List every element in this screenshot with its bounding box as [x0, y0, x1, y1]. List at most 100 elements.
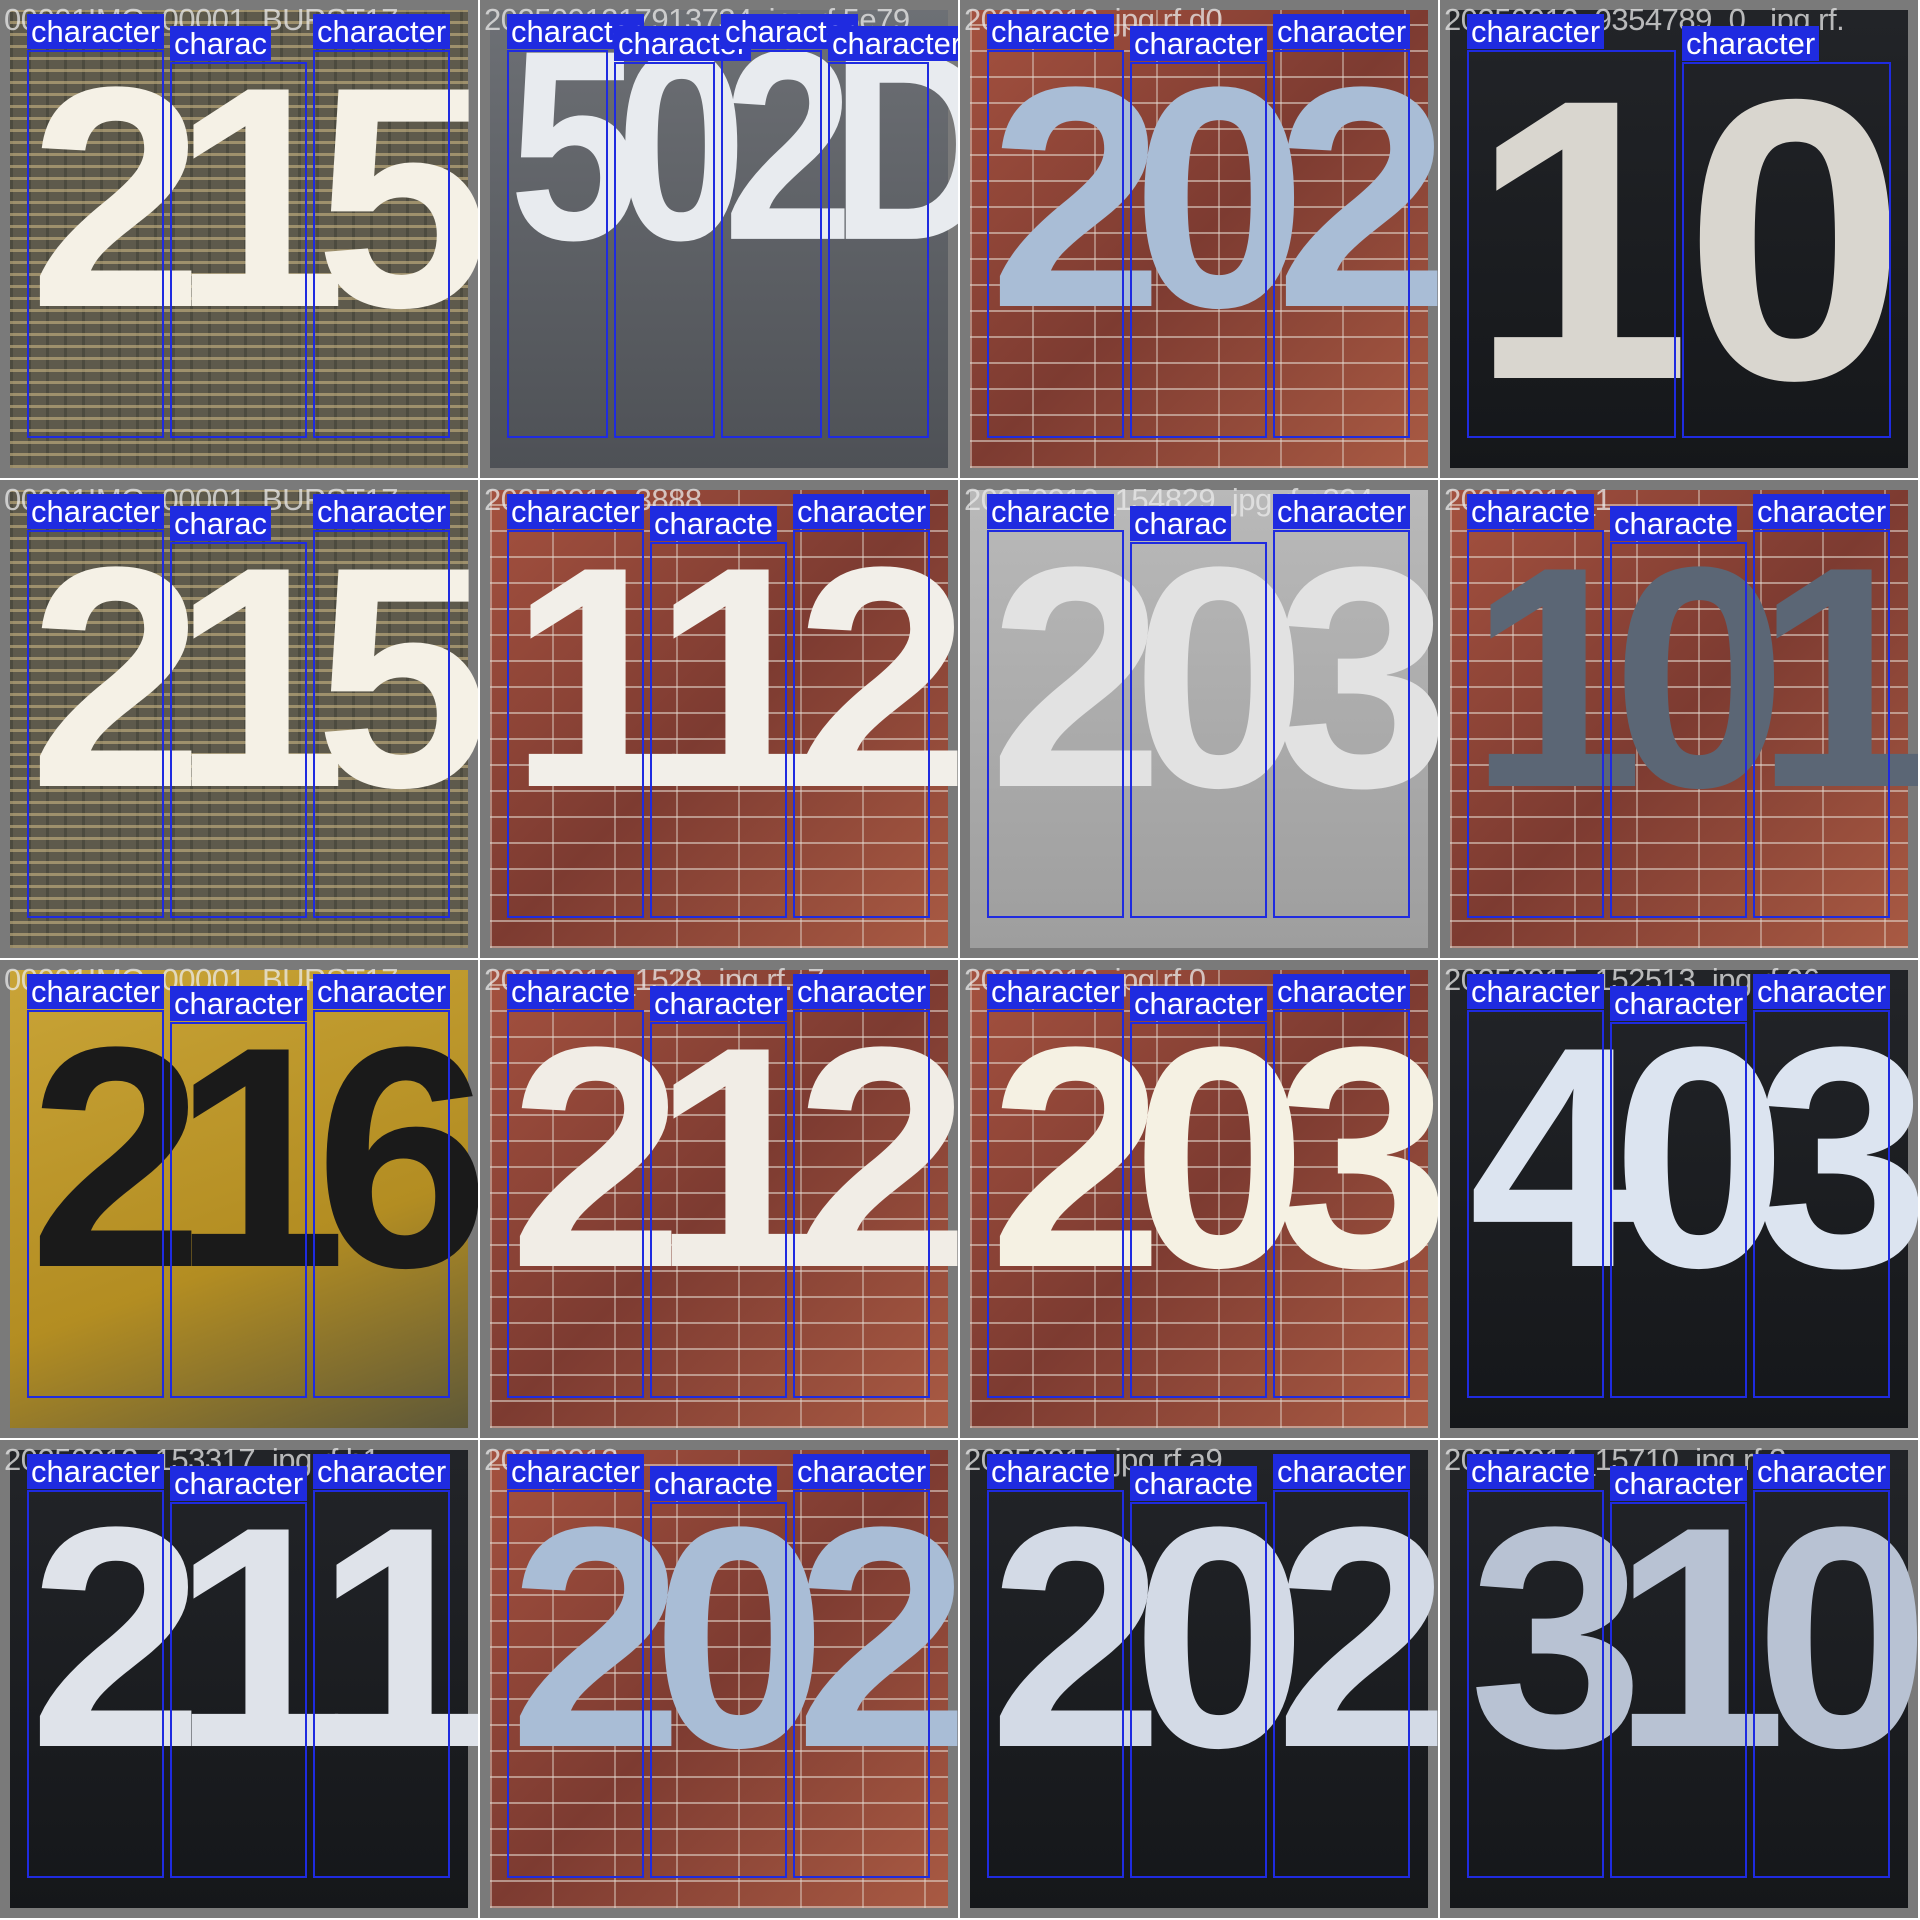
bounding-box	[313, 530, 450, 918]
bounding-box-label: characte	[1467, 494, 1594, 529]
bounding-box	[650, 1502, 787, 1878]
bounding-box-label: character	[507, 494, 645, 529]
tile: 20250912_11characte0characte1character	[1440, 480, 1918, 958]
bounding-box	[614, 62, 715, 438]
tile: 00001IMG_00001_BURST17 2 character 1 charac 5…	[0, 0, 478, 478]
bounding-box	[313, 50, 450, 438]
bounding-box-label: character	[1682, 26, 1820, 61]
bounding-box	[1273, 50, 1410, 438]
bounding-box	[1130, 62, 1267, 438]
bounding-box-label: character	[507, 1454, 645, 1489]
bounding-box-label: character	[1610, 1466, 1748, 1501]
bounding-box-label: character	[1273, 1454, 1411, 1489]
bounding-box-label: charac	[170, 26, 272, 61]
bounding-box	[27, 1490, 164, 1878]
bounding-box-label: characte	[987, 14, 1114, 49]
bounding-box	[1130, 1022, 1267, 1398]
bounding-box	[170, 1502, 307, 1878]
bounding-box	[1467, 50, 1676, 438]
bounding-box-label: character	[1273, 494, 1411, 529]
bounding-box-label: character	[27, 494, 165, 529]
bounding-box	[313, 1010, 450, 1398]
tile: 00001IMG_00001_BURST17 2 character 1 charact…	[0, 960, 478, 1438]
bounding-box	[170, 1022, 307, 1398]
bounding-box-label: characte	[507, 974, 634, 1009]
tile: 20250912_jpg.rf.02character0character3ch…	[960, 960, 1438, 1438]
bounding-box	[1130, 1502, 1267, 1878]
bounding-box	[507, 1010, 644, 1398]
bounding-box-label: character	[27, 974, 165, 1009]
bounding-box	[828, 62, 929, 438]
tile: 20250912_38881character1characte2charact…	[480, 480, 958, 958]
bounding-box-label: charac	[170, 506, 272, 541]
tile: 20250912_9354789_0_.jpg.rf. 1 character 0 ch…	[1440, 0, 1918, 478]
bounding-box	[793, 1010, 930, 1398]
bounding-box-label: character	[1467, 14, 1605, 49]
bounding-box-label: character	[313, 494, 451, 529]
bounding-box	[1130, 542, 1267, 918]
bounding-box	[170, 542, 307, 918]
bounding-box-label: character	[828, 26, 958, 61]
detection-mosaic: 00001IMG_00001_BURST17 2 character 1 charac 5…	[0, 0, 1920, 1920]
bounding-box-label: character	[793, 494, 931, 529]
bounding-box	[27, 50, 164, 438]
tile: 20250914_15710_jpg.rf.3 3 characte 1 charact…	[1440, 1440, 1918, 1918]
tile: 20250912_jpg.rf.d02characte0character2ch…	[960, 0, 1438, 478]
tile: 20250912_154829_jpg.rf.e394 2 characte 0 cha…	[960, 480, 1438, 958]
bounding-box	[987, 1010, 1124, 1398]
tile: 20250915_jpg.rf.a92characte0characte2cha…	[960, 1440, 1438, 1918]
bounding-box-label: character	[313, 14, 451, 49]
bounding-box-label: characte	[650, 506, 777, 541]
bounding-box	[650, 542, 787, 918]
tile: 20250912_153317_jpg.rf.b1 2 character 1 char…	[0, 1440, 478, 1918]
bounding-box	[27, 530, 164, 918]
tile: 20250912_1528_jpg.rf.c7 2 characte 1 charact…	[480, 960, 958, 1438]
bounding-box-label: character	[27, 1454, 165, 1489]
bounding-box-label: characte	[1467, 1454, 1594, 1489]
bounding-box-label: character	[313, 974, 451, 1009]
bounding-box	[507, 530, 644, 918]
bounding-box-label: characte	[1610, 506, 1737, 541]
bounding-box-label: character	[650, 986, 788, 1021]
tile: 00001IMG_00001_BURST17 2 character 1 charac 5…	[0, 480, 478, 958]
bounding-box-label: character	[170, 986, 308, 1021]
bounding-box-label: character	[1273, 14, 1411, 49]
bounding-box-label: charac	[1130, 506, 1232, 541]
bounding-box	[1273, 530, 1410, 918]
bounding-box-label: character	[1753, 974, 1891, 1009]
bounding-box-label: character	[1610, 986, 1748, 1021]
bounding-box-label: characte	[1130, 1466, 1257, 1501]
bounding-box	[1610, 1502, 1747, 1878]
bounding-box-label: character	[1753, 494, 1891, 529]
tile: 20250915_152513_jpg.rf.06 4 character 0 char…	[1440, 960, 1918, 1438]
bounding-box	[987, 530, 1124, 918]
bounding-box-label: character	[793, 974, 931, 1009]
bounding-box-label: characte	[987, 494, 1114, 529]
bounding-box	[1467, 530, 1604, 918]
bounding-box	[1610, 1022, 1747, 1398]
bounding-box	[987, 50, 1124, 438]
bounding-box-label: character	[1273, 974, 1411, 1009]
bounding-box	[793, 530, 930, 918]
bounding-box-label: character	[27, 14, 165, 49]
bounding-box	[793, 1490, 930, 1878]
bounding-box-label: character	[1467, 974, 1605, 1009]
bounding-box	[1467, 1010, 1604, 1398]
bounding-box	[1753, 530, 1890, 918]
bounding-box	[313, 1490, 450, 1878]
bounding-box-label: character	[313, 1454, 451, 1489]
bounding-box	[1682, 62, 1891, 438]
bounding-box	[1273, 1490, 1410, 1878]
bounding-box-label: character	[793, 1454, 931, 1489]
bounding-box-label: characte	[650, 1466, 777, 1501]
bounding-box	[1610, 542, 1747, 918]
bounding-box-label: character	[987, 974, 1125, 1009]
bounding-box	[650, 1022, 787, 1398]
bounding-box	[1273, 1010, 1410, 1398]
bounding-box	[987, 1490, 1124, 1878]
tile: 2025091217913734_jpg.rf.5e79 5 character 0 c…	[480, 0, 958, 478]
bounding-box	[721, 50, 822, 438]
bounding-box	[1753, 1490, 1890, 1878]
bounding-box	[507, 1490, 644, 1878]
bounding-box	[1753, 1010, 1890, 1398]
